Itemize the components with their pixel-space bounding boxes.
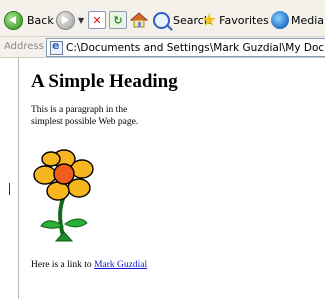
mark-guzdial-link[interactable]: Mark Guzdial bbox=[94, 260, 147, 270]
page-content: A Simple Heading This is a paragraph in … bbox=[18, 58, 325, 299]
address-field[interactable]: C:\Documents and Settings\Mark Guzdial\M… bbox=[46, 38, 325, 57]
link-sentence: Here is a link to Mark Guzdial bbox=[31, 260, 147, 270]
home-button[interactable] bbox=[129, 9, 149, 31]
window-edge-mark bbox=[9, 183, 10, 195]
back-button[interactable]: Back ▼ bbox=[4, 9, 63, 31]
back-label: Back bbox=[27, 13, 54, 27]
stop-button[interactable]: ✕ bbox=[88, 9, 106, 31]
refresh-button[interactable]: ↻ bbox=[109, 9, 127, 31]
address-bar: Address C:\Documents and Settings\Mark G… bbox=[0, 37, 325, 58]
search-icon bbox=[153, 11, 170, 29]
forward-dropdown-icon[interactable]: ▼ bbox=[78, 16, 84, 25]
media-icon bbox=[271, 11, 289, 29]
page-paragraph: This is a paragraph in the simplest poss… bbox=[31, 105, 139, 127]
favorites-button[interactable]: ★ Favorites bbox=[201, 9, 269, 31]
page-heading: A Simple Heading bbox=[31, 71, 178, 92]
media-button[interactable]: Media bbox=[271, 9, 324, 31]
page-icon bbox=[50, 39, 63, 55]
address-url[interactable]: C:\Documents and Settings\Mark Guzdial\M… bbox=[66, 42, 325, 54]
stop-icon: ✕ bbox=[88, 11, 106, 29]
forward-icon bbox=[56, 10, 75, 30]
favorites-label: Favorites bbox=[219, 13, 269, 27]
browser-toolbar: Back ▼ ▼ ✕ ↻ Search ★ Favorites Media bbox=[0, 0, 325, 37]
forward-button[interactable]: ▼ bbox=[56, 9, 84, 31]
flower-image bbox=[33, 149, 94, 242]
back-icon bbox=[4, 10, 23, 30]
media-label: Media bbox=[291, 13, 325, 27]
link-prefix: Here is a link to bbox=[31, 260, 92, 270]
address-label: Address bbox=[4, 41, 44, 52]
favorites-star-icon: ★ bbox=[201, 9, 218, 31]
refresh-icon: ↻ bbox=[109, 11, 127, 29]
home-icon bbox=[129, 12, 149, 28]
